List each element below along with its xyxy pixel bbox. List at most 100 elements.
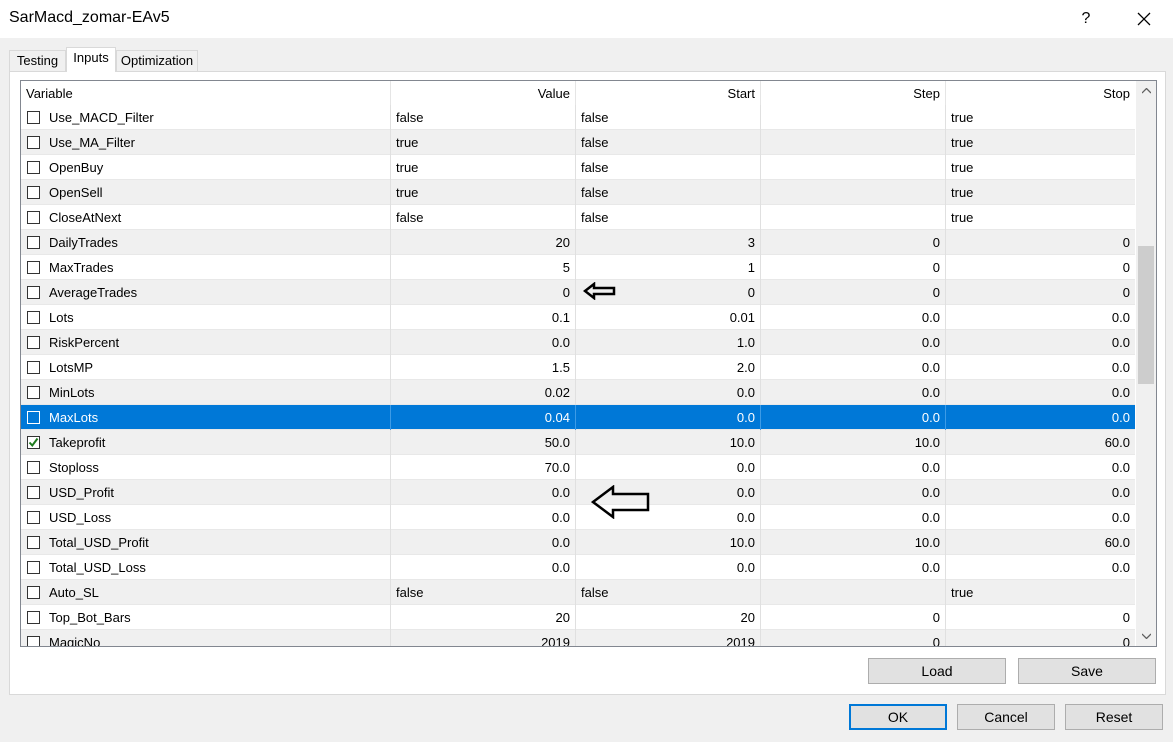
start-cell[interactable]: false bbox=[576, 580, 761, 605]
step-cell[interactable]: 0 bbox=[761, 630, 946, 646]
tab-optimization[interactable]: Optimization bbox=[116, 50, 198, 71]
step-cell[interactable]: 0.0 bbox=[761, 555, 946, 580]
cancel-button[interactable]: Cancel bbox=[957, 704, 1055, 730]
stop-cell[interactable]: 0.0 bbox=[946, 405, 1135, 430]
value-cell[interactable]: 0.0 bbox=[391, 530, 576, 555]
save-button[interactable]: Save bbox=[1018, 658, 1156, 684]
stop-cell[interactable]: 0.0 bbox=[946, 505, 1135, 530]
optimize-checkbox[interactable] bbox=[27, 586, 40, 599]
value-cell[interactable]: false bbox=[391, 205, 576, 230]
stop-cell[interactable]: 0.0 bbox=[946, 305, 1135, 330]
optimize-checkbox[interactable] bbox=[27, 136, 40, 149]
step-cell[interactable]: 0.0 bbox=[761, 455, 946, 480]
stop-cell[interactable]: 0 bbox=[946, 255, 1135, 280]
start-cell[interactable]: 1.0 bbox=[576, 330, 761, 355]
stop-cell[interactable]: 0 bbox=[946, 630, 1135, 646]
table-row[interactable]: MinLots 0.02 0.0 0.0 0.0 bbox=[21, 380, 1135, 405]
optimize-checkbox[interactable] bbox=[27, 311, 40, 324]
ok-button[interactable]: OK bbox=[849, 704, 947, 730]
stop-cell[interactable]: true bbox=[946, 180, 1135, 205]
step-cell[interactable]: 0 bbox=[761, 280, 946, 305]
stop-cell[interactable]: 0 bbox=[946, 280, 1135, 305]
optimize-checkbox[interactable] bbox=[27, 261, 40, 274]
start-cell[interactable]: 0.0 bbox=[576, 405, 761, 430]
value-cell[interactable]: false bbox=[391, 105, 576, 130]
value-cell[interactable]: 0.0 bbox=[391, 330, 576, 355]
optimize-checkbox[interactable] bbox=[27, 561, 40, 574]
column-header-start[interactable]: Start bbox=[576, 81, 761, 105]
value-cell[interactable]: 20 bbox=[391, 605, 576, 630]
start-cell[interactable]: false bbox=[576, 205, 761, 230]
step-cell[interactable]: 0.0 bbox=[761, 405, 946, 430]
step-cell[interactable] bbox=[761, 580, 946, 605]
table-row[interactable]: Auto_SL false false true bbox=[21, 580, 1135, 605]
vertical-scrollbar[interactable] bbox=[1136, 81, 1156, 646]
value-cell[interactable]: 0.04 bbox=[391, 405, 576, 430]
value-cell[interactable]: 2019 bbox=[391, 630, 576, 646]
value-cell[interactable]: true bbox=[391, 155, 576, 180]
value-cell[interactable]: true bbox=[391, 130, 576, 155]
start-cell[interactable]: 10.0 bbox=[576, 430, 761, 455]
stop-cell[interactable]: 0.0 bbox=[946, 555, 1135, 580]
step-cell[interactable]: 0.0 bbox=[761, 505, 946, 530]
value-cell[interactable]: 5 bbox=[391, 255, 576, 280]
value-cell[interactable]: 0 bbox=[391, 280, 576, 305]
value-cell[interactable]: 0.0 bbox=[391, 555, 576, 580]
optimize-checkbox[interactable] bbox=[27, 286, 40, 299]
table-row[interactable]: CloseAtNext false false true bbox=[21, 205, 1135, 230]
load-button[interactable]: Load bbox=[868, 658, 1006, 684]
stop-cell[interactable]: true bbox=[946, 105, 1135, 130]
optimize-checkbox[interactable] bbox=[27, 336, 40, 349]
step-cell[interactable]: 10.0 bbox=[761, 430, 946, 455]
optimize-checkbox[interactable] bbox=[27, 386, 40, 399]
value-cell[interactable]: true bbox=[391, 180, 576, 205]
step-cell[interactable]: 0.0 bbox=[761, 305, 946, 330]
start-cell[interactable]: 2.0 bbox=[576, 355, 761, 380]
table-row[interactable]: OpenSell true false true bbox=[21, 180, 1135, 205]
stop-cell[interactable]: 0.0 bbox=[946, 330, 1135, 355]
table-row[interactable]: AverageTrades 0 0 0 0 bbox=[21, 280, 1135, 305]
table-row[interactable]: Total_USD_Profit 0.0 10.0 10.0 60.0 bbox=[21, 530, 1135, 555]
table-row[interactable]: Stoploss 70.0 0.0 0.0 0.0 bbox=[21, 455, 1135, 480]
stop-cell[interactable]: true bbox=[946, 580, 1135, 605]
step-cell[interactable] bbox=[761, 105, 946, 130]
help-button[interactable]: ? bbox=[1066, 4, 1106, 34]
value-cell[interactable]: 0.02 bbox=[391, 380, 576, 405]
start-cell[interactable]: 0.0 bbox=[576, 455, 761, 480]
stop-cell[interactable]: 0.0 bbox=[946, 355, 1135, 380]
value-cell[interactable]: 1.5 bbox=[391, 355, 576, 380]
optimize-checkbox[interactable] bbox=[27, 411, 40, 424]
start-cell[interactable]: false bbox=[576, 130, 761, 155]
start-cell[interactable]: 1 bbox=[576, 255, 761, 280]
start-cell[interactable]: 2019 bbox=[576, 630, 761, 646]
value-cell[interactable]: false bbox=[391, 580, 576, 605]
scroll-up-icon[interactable] bbox=[1136, 81, 1156, 101]
value-cell[interactable]: 0.0 bbox=[391, 480, 576, 505]
step-cell[interactable]: 0 bbox=[761, 230, 946, 255]
table-row[interactable]: MaxTrades 5 1 0 0 bbox=[21, 255, 1135, 280]
tab-inputs[interactable]: Inputs bbox=[66, 47, 116, 72]
table-row[interactable]: Top_Bot_Bars 20 20 0 0 bbox=[21, 605, 1135, 630]
step-cell[interactable] bbox=[761, 180, 946, 205]
table-row[interactable]: Takeprofit 50.0 10.0 10.0 60.0 bbox=[21, 430, 1135, 455]
stop-cell[interactable]: 0 bbox=[946, 605, 1135, 630]
table-row[interactable]: Use_MACD_Filter false false true bbox=[21, 105, 1135, 130]
step-cell[interactable]: 0.0 bbox=[761, 330, 946, 355]
value-cell[interactable]: 0.1 bbox=[391, 305, 576, 330]
value-cell[interactable]: 50.0 bbox=[391, 430, 576, 455]
step-cell[interactable] bbox=[761, 155, 946, 180]
table-row[interactable]: DailyTrades 20 3 0 0 bbox=[21, 230, 1135, 255]
reset-button[interactable]: Reset bbox=[1065, 704, 1163, 730]
optimize-checkbox[interactable] bbox=[27, 361, 40, 374]
step-cell[interactable]: 0 bbox=[761, 255, 946, 280]
table-row[interactable]: RiskPercent 0.0 1.0 0.0 0.0 bbox=[21, 330, 1135, 355]
optimize-checkbox[interactable] bbox=[27, 536, 40, 549]
table-row[interactable]: USD_Loss 0.0 0.0 0.0 0.0 bbox=[21, 505, 1135, 530]
optimize-checkbox[interactable] bbox=[27, 211, 40, 224]
table-row[interactable]: MagicNo 2019 2019 0 0 bbox=[21, 630, 1135, 646]
table-row[interactable]: LotsMP 1.5 2.0 0.0 0.0 bbox=[21, 355, 1135, 380]
start-cell[interactable]: 0.01 bbox=[576, 305, 761, 330]
start-cell[interactable]: 10.0 bbox=[576, 530, 761, 555]
step-cell[interactable]: 0 bbox=[761, 605, 946, 630]
step-cell[interactable] bbox=[761, 130, 946, 155]
